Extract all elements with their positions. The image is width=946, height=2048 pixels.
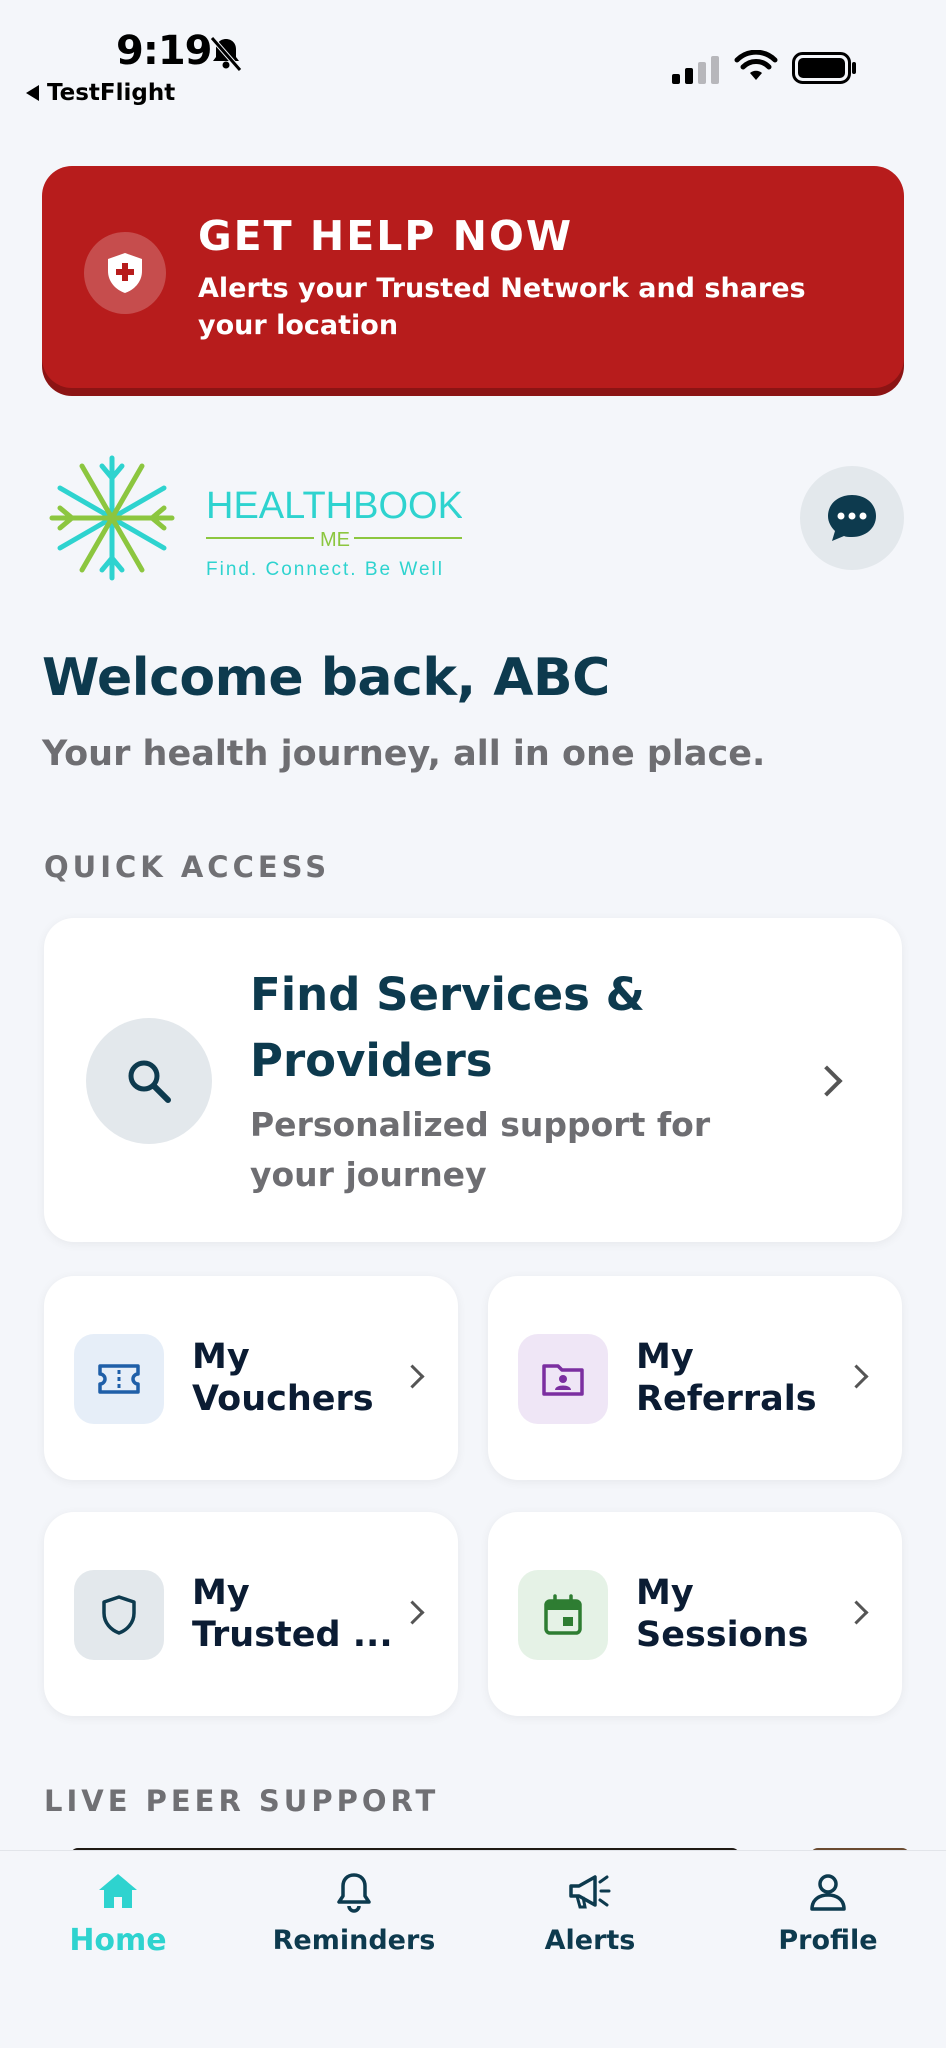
- tab-label-reminders: Reminders: [272, 1925, 436, 1956]
- tab-alerts[interactable]: Alerts: [472, 1871, 708, 1956]
- wifi-icon: [734, 50, 778, 80]
- shield-icon-wrap: [74, 1570, 164, 1660]
- home-icon: [99, 1874, 137, 1908]
- logo-tagline: Find. Connect. Be Well: [206, 559, 444, 580]
- search-icon: [128, 1060, 171, 1103]
- chevron-right-icon: [844, 1364, 869, 1389]
- my-referrals-tile[interactable]: My Referrals: [488, 1276, 902, 1480]
- search-icon-wrap: [86, 1018, 212, 1144]
- help-title: GET HELP NOW: [198, 212, 574, 260]
- live-peer-support-label: LIVE PEER SUPPORT: [44, 1784, 440, 1818]
- welcome-heading: Welcome back, ABC: [42, 648, 610, 708]
- tile-label-trusted: My Trusted ...: [192, 1573, 393, 1655]
- tab-label-alerts: Alerts: [544, 1925, 636, 1956]
- healthbook-logo: HEALTHBOOK ME Find. Connect. Be Well: [49, 455, 462, 581]
- status-time: 9:19: [116, 28, 212, 74]
- referral-folder-icon: [542, 1364, 584, 1396]
- referral-icon-wrap: [518, 1334, 608, 1424]
- chat-button[interactable]: [800, 466, 904, 570]
- bell-muted-icon: [210, 36, 242, 72]
- my-sessions-tile[interactable]: My Sessions: [488, 1512, 902, 1716]
- find-services-description: Personalized support for your journey: [250, 1105, 711, 1194]
- welcome-tagline: Your health journey, all in one place.: [42, 734, 766, 774]
- chevron-right-icon: [400, 1364, 425, 1389]
- help-subtitle: Alerts your Trusted Network and shares y…: [198, 273, 806, 341]
- tab-label-home: Home: [69, 1923, 167, 1958]
- chat-bubble-icon: [828, 495, 876, 541]
- bell-icon: [337, 1873, 371, 1913]
- shield-icon: [102, 1595, 136, 1635]
- help-shield-icon-wrap: [84, 232, 166, 314]
- chevron-right-icon: [811, 1065, 843, 1097]
- calendar-icon: [544, 1594, 582, 1635]
- cellular-signal-icon: [672, 54, 719, 84]
- logo-sub: ME: [320, 529, 350, 551]
- back-to-testflight-link[interactable]: TestFlight: [26, 80, 175, 106]
- tab-label-profile: Profile: [778, 1925, 878, 1956]
- battery-icon: [792, 52, 856, 84]
- chevron-right-icon: [844, 1600, 869, 1625]
- voucher-icon: [98, 1364, 140, 1394]
- megaphone-icon: [569, 1875, 611, 1909]
- tab-reminders[interactable]: Reminders: [236, 1871, 472, 1956]
- person-icon: [810, 1874, 846, 1911]
- tile-label-sessions: My Sessions: [636, 1573, 809, 1655]
- logo-wordmark: HEALTHBOOK: [206, 485, 462, 527]
- quick-access-label: QUICK ACCESS: [44, 850, 331, 884]
- back-arrow-icon: [26, 85, 39, 101]
- voucher-icon-wrap: [74, 1334, 164, 1424]
- tab-profile[interactable]: Profile: [710, 1871, 946, 1956]
- calendar-icon-wrap: [518, 1570, 608, 1660]
- bottom-tab-bar: Home Reminders Alerts Profile: [0, 1850, 946, 2048]
- my-trusted-network-tile[interactable]: My Trusted ...: [44, 1512, 458, 1716]
- tile-label-referrals: My Referrals: [636, 1337, 817, 1419]
- medical-shield-icon: [108, 253, 142, 293]
- get-help-now-button[interactable]: GET HELP NOW Alerts your Trusted Network…: [42, 166, 904, 388]
- find-services-card[interactable]: Find Services & Providers Personalized s…: [44, 918, 902, 1242]
- my-vouchers-tile[interactable]: My Vouchers: [44, 1276, 458, 1480]
- chevron-right-icon: [400, 1600, 425, 1625]
- back-app-label: TestFlight: [47, 80, 176, 106]
- tile-label-vouchers: My Vouchers: [192, 1337, 374, 1419]
- find-services-title: Find Services & Providers: [250, 968, 645, 1087]
- tab-home[interactable]: Home: [0, 1871, 236, 1958]
